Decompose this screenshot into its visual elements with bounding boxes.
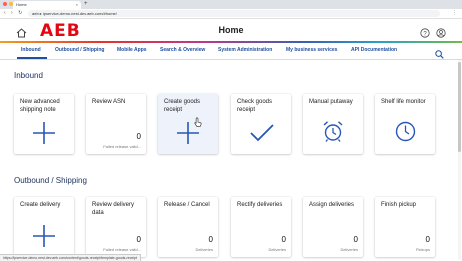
section-title-outbound-shipping: Outbound / Shipping [14,176,87,185]
tile-create-goods-receipt[interactable]: Create goods receipt [158,94,218,154]
tile-manual-putaway[interactable]: Manual putaway [303,94,363,154]
tile-title: Finish pickup [381,202,417,208]
app-header: AEB Home ? [0,19,462,43]
nav-tab-inbound[interactable]: Inbound [21,43,41,58]
browser-tab-strip: Home × + [0,0,462,9]
clock-icon [395,121,416,142]
nav-tab-search-overview[interactable]: Search & Overview [160,43,205,58]
tile-title: Create goods receipt [164,99,201,113]
tile-subtitle: Deliveries [268,247,286,252]
tile-rectify-deliveries[interactable]: Rectify deliveries 0 Deliveries [231,197,291,257]
nav-tab-outbound-shipping[interactable]: Outbound / Shipping [55,43,104,58]
plus-icon [33,225,55,247]
tile-title: New advanced shipping note [20,99,60,113]
tile-title: Review ASN [92,99,126,105]
tile-finish-pickup[interactable]: Finish pickup 0 Pickups [375,197,435,257]
browser-tab[interactable]: Home × [13,1,81,9]
tile-title: Assign deliveries [309,202,355,208]
tile-count: 0 [136,235,141,244]
tile-title: Check goods receipt [237,99,273,113]
url-field[interactable]: aeb ▸ ipservice-demo.nest.dev.aeb.com/#h… [28,10,440,17]
tile-subtitle: Failed release valid... [103,247,141,252]
tile-title: Release / Cancel [164,202,210,208]
tile-shelf-life-monitor[interactable]: Shelf life monitor [375,94,435,154]
browser-nav-buttons[interactable]: ‹ › ↻ [4,9,24,18]
page-title: Home [218,25,244,35]
tile-title: Shelf life monitor [381,99,426,105]
page-scrollbar[interactable] [458,60,461,260]
tile-title: Create delivery [20,202,61,208]
checkmark-icon [250,124,274,142]
scrollbar-thumb[interactable] [458,62,461,152]
tile-count: 0 [281,235,286,244]
tile-title: Rectify deliveries [237,202,283,208]
browser-tab-title: Home [16,2,27,7]
nav-tab-business-services[interactable]: My business services [286,43,337,58]
tile-count: 0 [353,235,358,244]
plus-icon [33,122,55,144]
tile-check-goods-receipt[interactable]: Check goods receipt [231,94,291,154]
section-title-inbound: Inbound [14,71,43,80]
browser-address-bar: ‹ › ↻ aeb ▸ ipservice-demo.nest.dev.aeb.… [0,9,462,19]
nav-tab-mobile-apps[interactable]: Mobile Apps [117,43,147,58]
tile-count: 0 [208,235,213,244]
tile-review-asn[interactable]: Review ASN 0 Failed release valid... [86,94,146,154]
nav-tab-api-documentation[interactable]: API Documentation [351,43,397,58]
tile-title: Review delivery data [92,202,135,216]
tile-create-delivery[interactable]: Create delivery [14,197,74,257]
tile-release-cancel[interactable]: Release / Cancel 0 Deliveries [158,197,218,257]
tile-title: Manual putaway [309,99,353,105]
tile-count: 0 [136,132,141,141]
tile-review-delivery-data[interactable]: Review delivery data 0 Failed release va… [86,197,146,257]
search-icon[interactable] [435,46,444,64]
active-tab-indicator [17,57,47,59]
tile-subtitle: Pickups [415,247,430,252]
tile-subtitle: Deliveries [195,247,213,252]
close-window-dot[interactable] [3,2,7,6]
tile-subtitle: Deliveries [340,247,358,252]
tab-close-icon[interactable]: × [76,1,78,9]
tile-count: 0 [425,235,430,244]
alarm-clock-icon [323,121,343,142]
tile-assign-deliveries[interactable]: Assign deliveries 0 Deliveries [303,197,363,257]
mouse-pointer-icon [194,117,202,127]
tile-new-advanced-shipping-note[interactable]: New advanced shipping note [14,94,74,154]
tile-subtitle: Failed release valid... [103,144,141,149]
browser-menu-icon[interactable]: ⋮ [452,9,457,18]
main-nav: Inbound Outbound / Shipping Mobile Apps … [0,43,462,60]
nav-tab-system-administration[interactable]: System Administration [218,43,272,58]
new-tab-button[interactable]: + [84,0,88,9]
